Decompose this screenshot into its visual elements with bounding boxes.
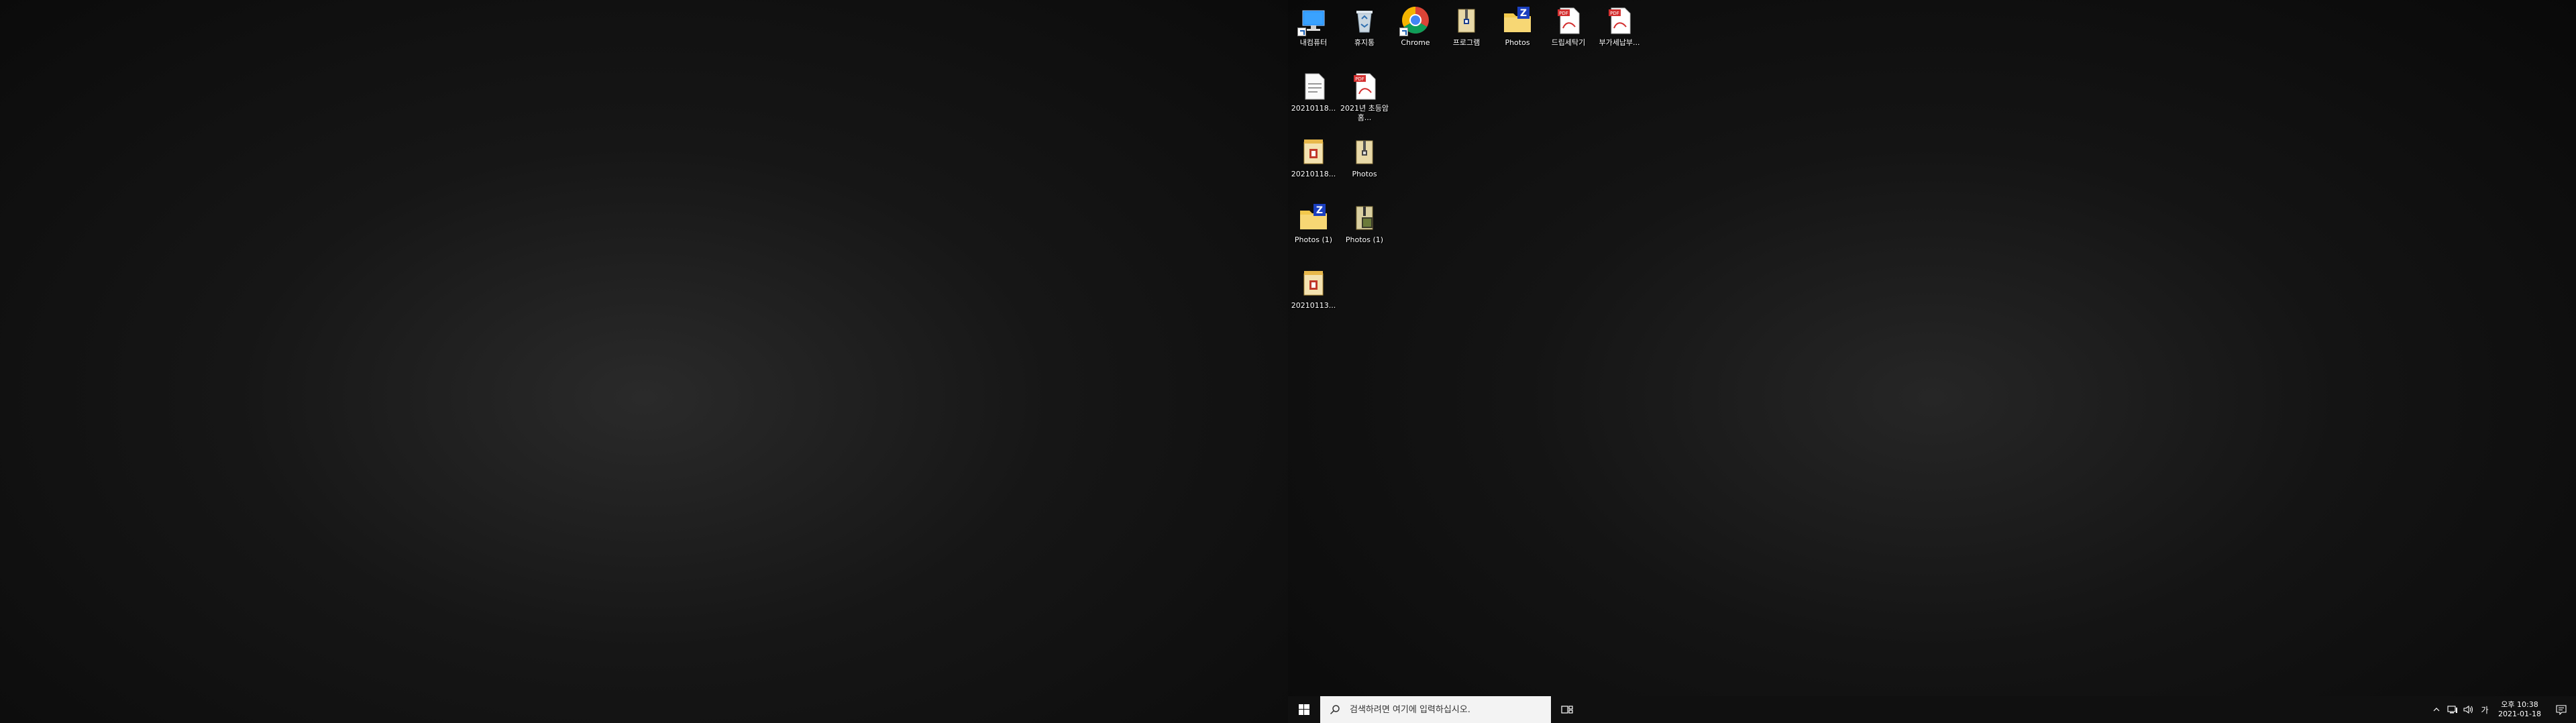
- icon-label: 드립세탁기: [1551, 38, 1586, 47]
- pdf-icon: PDF: [1603, 4, 1635, 36]
- archive-icon: [1297, 135, 1330, 168]
- desktop-icon-photos-1a[interactable]: Z Photos (1): [1288, 197, 1339, 245]
- recycle-bin-icon: [1348, 4, 1381, 36]
- clock-button[interactable]: 오후 10:38 2021-01-18: [2493, 700, 2546, 719]
- notification-icon: [2556, 705, 2567, 715]
- icon-label: Photos: [1505, 38, 1530, 47]
- desktop-icon-pdf-3[interactable]: PDF 2021년 초등암 홈...: [1339, 66, 1390, 123]
- svg-text:Z: Z: [1316, 205, 1323, 216]
- taskbar-search-box[interactable]: [1320, 696, 1551, 723]
- desktop-icon-archive-2[interactable]: 20210113...: [1288, 263, 1339, 311]
- svg-text:PDF: PDF: [1610, 11, 1619, 16]
- search-input[interactable]: [1348, 704, 1546, 716]
- folder-zip-icon: Z: [1501, 4, 1534, 36]
- desktop-icon-photos[interactable]: Z Photos: [1492, 0, 1543, 48]
- zip-folder-icon: [1450, 4, 1483, 36]
- icon-label: 2021년 초등암 홈...: [1340, 104, 1389, 122]
- desktop-icon-area: 내컴퓨터 휴지통 Chrome 프로그램 Z Photos PDF 드립세탁기 …: [1288, 0, 2576, 696]
- network-button[interactable]: [2445, 696, 2461, 723]
- svg-text:PDF: PDF: [1355, 76, 1364, 82]
- zip-folder-icon: [1348, 201, 1381, 233]
- desktop-left-monitor: [0, 0, 1288, 723]
- show-hidden-icons-button[interactable]: [2428, 696, 2445, 723]
- start-button[interactable]: [1288, 696, 1320, 723]
- clock-time: 오후 10:38: [2501, 700, 2538, 709]
- icon-label: 프로그램: [1452, 38, 1481, 47]
- svg-text:PDF: PDF: [1559, 11, 1568, 16]
- clock-date: 2021-01-18: [2498, 710, 2541, 718]
- svg-text:Z: Z: [1520, 8, 1527, 19]
- document-icon: [1297, 70, 1330, 102]
- shortcut-arrow-icon: [1297, 27, 1306, 36]
- shortcut-arrow-icon: [1399, 27, 1408, 36]
- icon-label: 휴지통: [1354, 38, 1375, 47]
- icon-label: Photos (1): [1345, 235, 1384, 244]
- icon-label: 부가세납부...: [1599, 38, 1640, 47]
- pdf-icon: PDF: [1552, 4, 1585, 36]
- folder-zip-icon: Z: [1297, 201, 1330, 233]
- volume-button[interactable]: [2461, 696, 2477, 723]
- desktop-icon-my-computer[interactable]: 내컴퓨터: [1288, 0, 1339, 48]
- ime-label: 가: [2481, 705, 2489, 715]
- system-tray: 가 오후 10:38 2021-01-18: [2428, 696, 2576, 723]
- desktop-icon-programs[interactable]: 프로그램: [1441, 0, 1492, 48]
- zip-folder-icon: [1348, 135, 1381, 168]
- desktop-icon-document[interactable]: 20210118...: [1288, 66, 1339, 113]
- chevron-up-icon: [2433, 708, 2440, 712]
- search-icon: [1330, 705, 1340, 715]
- pdf-icon: PDF: [1348, 70, 1381, 102]
- input-method-button[interactable]: 가: [2477, 696, 2493, 723]
- icon-label: 20210118...: [1291, 104, 1336, 113]
- icon-label: 20210113...: [1291, 301, 1336, 310]
- desktop-icon-recycle-bin[interactable]: 휴지통: [1339, 0, 1390, 48]
- task-view-button[interactable]: [1551, 696, 1583, 723]
- desktop-icon-chrome[interactable]: Chrome: [1390, 0, 1441, 48]
- desktop-icon-pdf-1[interactable]: PDF 드립세탁기: [1543, 0, 1594, 48]
- chrome-icon: [1399, 4, 1432, 36]
- icon-label: Chrome: [1401, 38, 1430, 47]
- volume-icon: [2463, 705, 2473, 714]
- icon-label: Photos: [1352, 170, 1377, 178]
- icon-label: Photos (1): [1294, 235, 1333, 244]
- desktop-icon-photos-2[interactable]: Photos: [1339, 131, 1390, 179]
- desktop-icon-archive-1[interactable]: 20210118...: [1288, 131, 1339, 179]
- action-center-button[interactable]: [2546, 696, 2576, 723]
- icon-label: 20210118...: [1291, 170, 1336, 178]
- taskbar: 가 오후 10:38 2021-01-18: [1288, 696, 2576, 723]
- windows-logo-icon: [1299, 704, 1309, 715]
- archive-icon: [1297, 267, 1330, 299]
- icon-label: 내컴퓨터: [1299, 38, 1328, 47]
- task-view-icon: [1561, 706, 1573, 714]
- desktop-icon-photos-1b[interactable]: Photos (1): [1339, 197, 1390, 245]
- computer-icon: [1297, 4, 1330, 36]
- desktop-icon-pdf-2[interactable]: PDF 부가세납부...: [1594, 0, 1645, 48]
- network-icon: [2447, 706, 2457, 714]
